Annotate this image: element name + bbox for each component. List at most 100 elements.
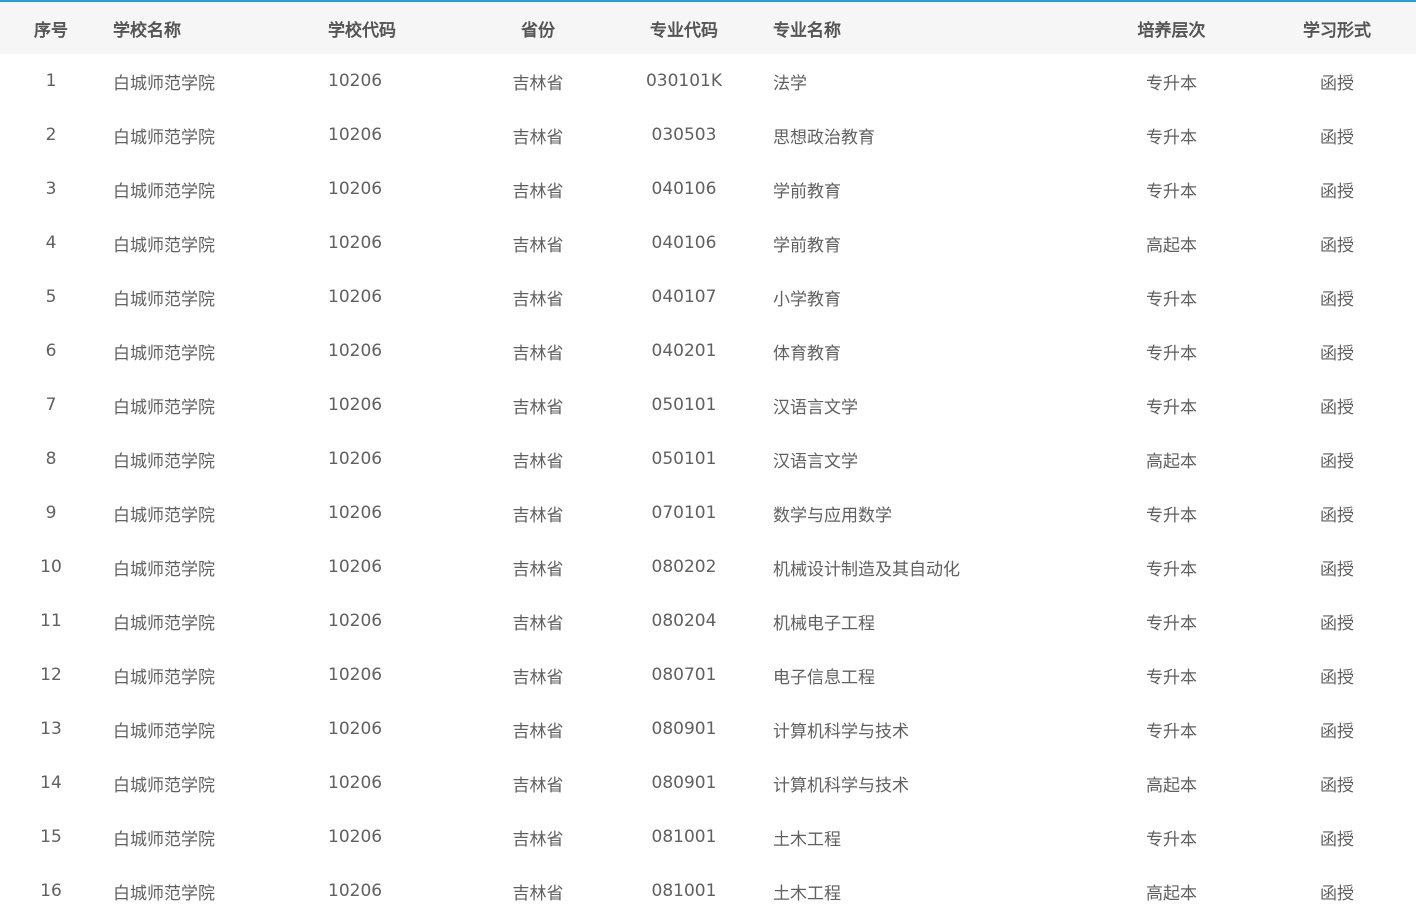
- cell-level: 专升本: [1146, 505, 1197, 526]
- cell-province: 吉林省: [512, 883, 564, 904]
- cell-major-code: 030101K: [645, 71, 723, 91]
- cell-major-code: 081001: [651, 881, 717, 901]
- cell-major-code: 080204: [651, 611, 717, 631]
- cell-major-name: 计算机科学与技术: [773, 775, 909, 796]
- table-body: 1 白城师范学院 10206 吉林省 030101K 法学 专升本 函授 2 白城师范学院 1020…: [0, 54, 1416, 912]
- cell-major-name: 计算机科学与技术: [773, 721, 909, 742]
- cell-major-code: 040107: [651, 287, 717, 307]
- cell-province: 吉林省: [512, 343, 564, 364]
- cell-study-form: 函授: [1320, 235, 1354, 256]
- cell-school-code: 10206: [328, 503, 383, 523]
- cell-school-code: 10206: [328, 557, 383, 577]
- cell-school-name: 白城师范学院: [113, 343, 215, 364]
- cell-major-name: 小学教育: [773, 289, 841, 310]
- cell-province: 吉林省: [512, 613, 564, 634]
- cell-school-name: 白城师范学院: [113, 127, 215, 148]
- cell-level: 专升本: [1146, 829, 1197, 850]
- cell-level: 专升本: [1146, 73, 1197, 94]
- cell-study-form: 函授: [1320, 775, 1354, 796]
- cell-study-form: 函授: [1320, 397, 1354, 418]
- cell-major-name: 数学与应用数学: [773, 505, 892, 526]
- cell-level: 高起本: [1146, 883, 1197, 904]
- header-major-code: 专业代码: [619, 2, 749, 54]
- cell-school-code: 10206: [328, 611, 383, 631]
- table-row: 16 白城师范学院 10206 吉林省 081001 土木工程 高起本 函授: [0, 864, 1416, 912]
- cell-school-code: 10206: [328, 71, 383, 91]
- cell-major-name: 电子信息工程: [773, 667, 875, 688]
- cell-school-code: 10206: [328, 881, 383, 901]
- cell-province: 吉林省: [512, 181, 564, 202]
- cell-study-form: 函授: [1320, 73, 1354, 94]
- header-school-code: 学校代码: [317, 2, 457, 54]
- page: 序号 学校名称 学校代码 省份 专业代码 专业名称 培养层次 学习形式 1 白城师…: [0, 0, 1416, 912]
- cell-major-name: 思想政治教育: [773, 127, 875, 148]
- table-row: 14 白城师范学院 10206 吉林省 080901 计算机科学与技术 高起本 函授: [0, 756, 1416, 810]
- table-row: 5 白城师范学院 10206 吉林省 040107 小学教育 专升本 函授: [0, 270, 1416, 324]
- cell-school-code: 10206: [328, 773, 383, 793]
- cell-school-code: 10206: [328, 125, 383, 145]
- cell-level: 专升本: [1146, 289, 1197, 310]
- table-header: 序号 学校名称 学校代码 省份 专业代码 专业名称 培养层次 学习形式: [0, 2, 1416, 54]
- table-row: 9 白城师范学院 10206 吉林省 070101 数学与应用数学 专升本 函授: [0, 486, 1416, 540]
- cell-school-code: 10206: [328, 665, 383, 685]
- cell-school-name: 白城师范学院: [113, 829, 215, 850]
- cell-school-name: 白城师范学院: [113, 559, 215, 580]
- table-row: 3 白城师范学院 10206 吉林省 040106 学前教育 专升本 函授: [0, 162, 1416, 216]
- cell-major-code: 040106: [651, 179, 717, 199]
- cell-index: 9: [45, 503, 57, 523]
- cell-major-code: 040106: [651, 233, 717, 253]
- cell-index: 11: [40, 611, 62, 631]
- header-school-name: 学校名称: [102, 2, 317, 54]
- cell-study-form: 函授: [1320, 829, 1354, 850]
- cell-index: 6: [45, 341, 57, 361]
- cell-major-code: 080202: [651, 557, 717, 577]
- cell-school-code: 10206: [328, 395, 383, 415]
- table-row: 7 白城师范学院 10206 吉林省 050101 汉语言文学 专升本 函授: [0, 378, 1416, 432]
- cell-major-name: 学前教育: [773, 235, 841, 256]
- table-row: 15 白城师范学院 10206 吉林省 081001 土木工程 专升本 函授: [0, 810, 1416, 864]
- cell-school-name: 白城师范学院: [113, 775, 215, 796]
- header-row: 序号 学校名称 学校代码 省份 专业代码 专业名称 培养层次 学习形式: [0, 2, 1416, 54]
- cell-school-code: 10206: [328, 719, 383, 739]
- cell-school-name: 白城师范学院: [113, 235, 215, 256]
- cell-school-name: 白城师范学院: [113, 451, 215, 472]
- table-row: 6 白城师范学院 10206 吉林省 040201 体育教育 专升本 函授: [0, 324, 1416, 378]
- cell-school-name: 白城师范学院: [113, 73, 215, 94]
- table-row: 10 白城师范学院 10206 吉林省 080202 机械设计制造及其自动化 专升本 函授: [0, 540, 1416, 594]
- cell-school-code: 10206: [328, 287, 383, 307]
- table-row: 8 白城师范学院 10206 吉林省 050101 汉语言文学 高起本 函授: [0, 432, 1416, 486]
- cell-province: 吉林省: [512, 289, 564, 310]
- cell-index: 16: [40, 881, 62, 901]
- cell-index: 3: [45, 179, 57, 199]
- cell-index: 4: [45, 233, 57, 253]
- cell-province: 吉林省: [512, 829, 564, 850]
- cell-level: 专升本: [1146, 721, 1197, 742]
- cell-index: 2: [45, 125, 57, 145]
- header-level: 培养层次: [1085, 2, 1258, 54]
- header-province: 省份: [457, 2, 619, 54]
- cell-study-form: 函授: [1320, 127, 1354, 148]
- cell-school-name: 白城师范学院: [113, 883, 215, 904]
- cell-study-form: 函授: [1320, 289, 1354, 310]
- cell-school-name: 白城师范学院: [113, 397, 215, 418]
- cell-school-name: 白城师范学院: [113, 181, 215, 202]
- cell-province: 吉林省: [512, 559, 564, 580]
- table-row: 11 白城师范学院 10206 吉林省 080204 机械电子工程 专升本 函授: [0, 594, 1416, 648]
- cell-major-code: 030503: [651, 125, 717, 145]
- cell-study-form: 函授: [1320, 505, 1354, 526]
- cell-index: 5: [45, 287, 57, 307]
- cell-major-name: 土木工程: [773, 883, 841, 904]
- cell-level: 高起本: [1146, 775, 1197, 796]
- cell-major-name: 学前教育: [773, 181, 841, 202]
- cell-level: 专升本: [1146, 667, 1197, 688]
- cell-school-name: 白城师范学院: [113, 613, 215, 634]
- header-index: 序号: [0, 2, 102, 54]
- majors-table: 序号 学校名称 学校代码 省份 专业代码 专业名称 培养层次 学习形式 1 白城师…: [0, 2, 1416, 912]
- cell-school-code: 10206: [328, 341, 383, 361]
- cell-index: 14: [40, 773, 62, 793]
- cell-province: 吉林省: [512, 667, 564, 688]
- cell-school-code: 10206: [328, 449, 383, 469]
- cell-level: 专升本: [1146, 127, 1197, 148]
- cell-major-code: 081001: [651, 827, 717, 847]
- cell-index: 12: [40, 665, 62, 685]
